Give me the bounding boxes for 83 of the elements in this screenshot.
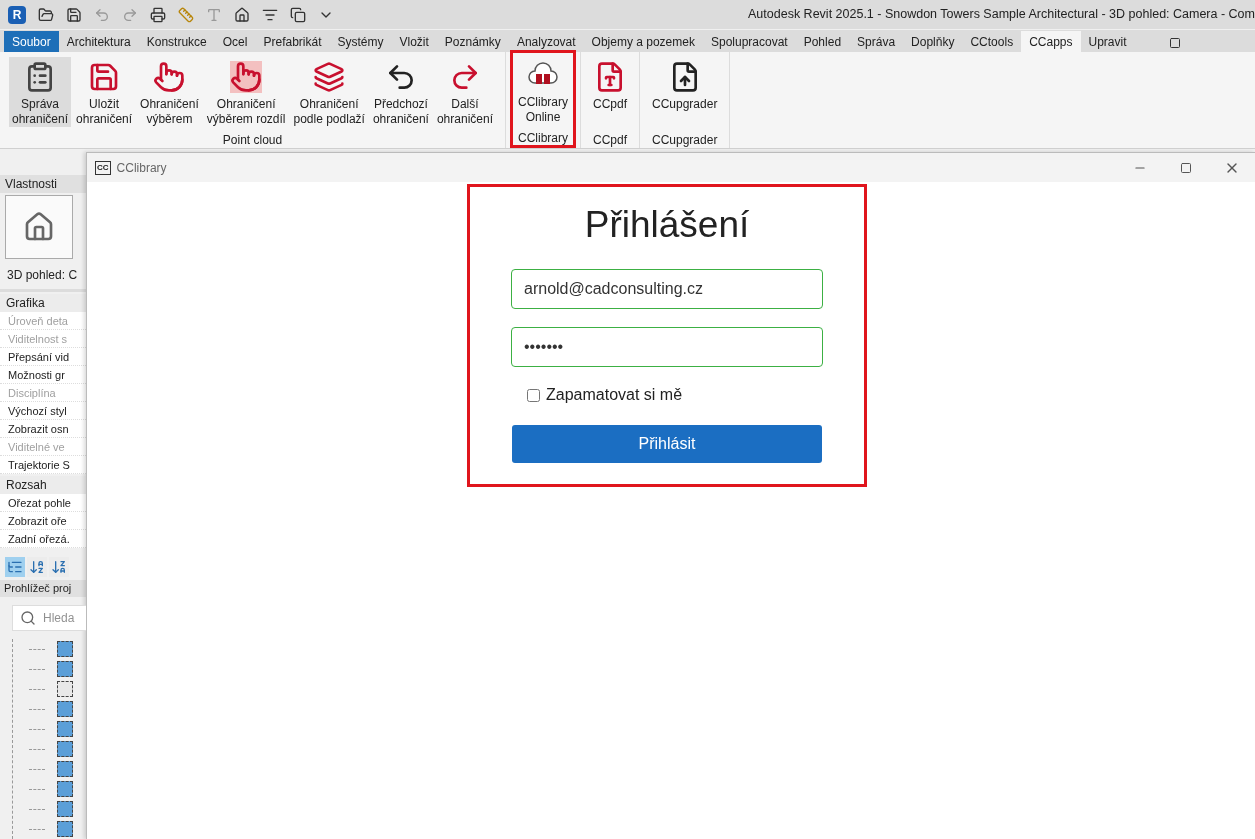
ribbon-tab[interactable]: Ocel (214, 31, 256, 52)
property-label: Trajektorie S (0, 456, 86, 475)
ribbon-tab[interactable]: Poznámky (436, 31, 509, 52)
search-field[interactable]: Hleda (12, 605, 86, 631)
sort-button[interactable] (5, 556, 25, 577)
property-label: Zadní ořezá. (0, 530, 86, 549)
property-label: Zobrazit oře (0, 512, 86, 531)
ribbon-button[interactable]: CCpdf (590, 57, 630, 127)
property-label: Přepsání vid (0, 348, 86, 367)
property-label: Viditelnost s (0, 330, 86, 349)
view-icon[interactable] (57, 801, 73, 817)
property-label: Možnosti gr (0, 366, 86, 385)
sort-button[interactable] (49, 556, 69, 577)
app-logo[interactable]: R (8, 5, 26, 24)
ribbon-tab[interactable]: Vložit (391, 31, 437, 52)
view-icon[interactable] (57, 761, 73, 777)
view-icon[interactable] (57, 681, 73, 697)
property-label: Výchozí styl (0, 402, 86, 421)
remember-checkbox[interactable] (527, 388, 540, 402)
ribbon-tab[interactable]: Analyzovat (508, 31, 584, 52)
ribbon-button[interactable]: Ohraničení výběrem (137, 57, 202, 127)
sort-button[interactable] (27, 556, 47, 577)
ribbon-tab[interactable]: CCapps (1021, 31, 1081, 52)
panel-title: CCupgrader (651, 132, 719, 149)
ruler-icon[interactable] (178, 6, 194, 23)
panel-title: Point cloud (221, 132, 284, 149)
dialog-title: CClibrary (116, 159, 167, 177)
view-icon[interactable] (57, 661, 73, 677)
ribbon-tab[interactable]: Upravit (1080, 31, 1135, 52)
ribbon-tab[interactable]: Systémy (329, 31, 392, 52)
ribbon-tab[interactable]: CCtools (962, 31, 1022, 52)
ribbon-tab[interactable]: Soubor (4, 31, 59, 52)
ribbon-tab[interactable]: Architektura (58, 31, 139, 52)
property-label: Viditelné ve (0, 438, 86, 457)
ribbon-tab[interactable]: Objemy a pozemek (583, 31, 703, 52)
home-icon[interactable] (234, 6, 250, 23)
view-icon[interactable] (57, 741, 73, 757)
ribbon-button[interactable]: Další ohraničení (433, 57, 496, 127)
ribbon-tab[interactable]: Doplňky (903, 31, 963, 52)
ribbon-button[interactable]: Ohraničení podle podlaží (290, 57, 368, 127)
checkbox-label: Zapamatovat si mě (546, 385, 683, 405)
view-icon[interactable] (57, 821, 73, 837)
ribbon-button[interactable]: Správa ohraničení (9, 57, 72, 127)
property-label: Úroveň deta (0, 312, 86, 331)
password-field[interactable]: ••••••• (511, 327, 823, 367)
property-label: Disciplína (0, 384, 86, 403)
ribbon-tab[interactable]: Pohled (795, 31, 850, 52)
save-icon[interactable] (66, 6, 82, 23)
app-icon: CC (95, 160, 111, 175)
panel-title: CClibrary (517, 130, 569, 147)
ribbon-button[interactable]: Uložit ohraničení (73, 57, 136, 127)
property-label: Ořezat pohle (0, 494, 86, 513)
ribbon-button[interactable]: CCupgrader (649, 57, 721, 127)
view-icon[interactable] (57, 781, 73, 797)
ribbon-tab[interactable]: Správa (849, 31, 904, 52)
group-header: Rozsah (0, 476, 86, 495)
print-icon[interactable] (150, 6, 166, 23)
ribbon-button[interactable]: CClibrary Online (515, 55, 571, 125)
login-heading: Přihlášení (584, 203, 750, 247)
ribbon-button[interactable]: Předchozí ohraničení (369, 57, 432, 127)
view-icon[interactable] (57, 721, 73, 737)
windows-icon[interactable] (290, 6, 306, 23)
maximize-icon[interactable] (1180, 161, 1192, 174)
login-button[interactable]: Přihlásit (512, 425, 822, 463)
search-icon (20, 610, 36, 626)
window-title: Autodesk Revit 2025.1 - Snowdon Towers Sample Architectural - 3D pohled: Camera - Com (748, 6, 1255, 24)
ribbon-tab[interactable]: Konstrukce (138, 31, 215, 52)
group-header: Grafika (0, 294, 86, 313)
pointer-icon (153, 61, 186, 93)
property-label: Zobrazit osn (0, 420, 86, 439)
ribbon-tab[interactable]: Spolupracovat (702, 31, 796, 52)
panel-title: Vlastnosti (0, 175, 86, 193)
open-icon[interactable] (38, 6, 54, 23)
ribbon-button[interactable]: Ohraničení výběrem rozdíl (203, 57, 289, 127)
panel-title: Prohlížeč proj (0, 580, 86, 597)
layers-icon (313, 61, 346, 93)
view-icon[interactable] (57, 641, 73, 657)
view-type: 3D pohled: C (6, 267, 79, 285)
panel-title: CCpdf (592, 132, 628, 149)
ribbon-tab[interactable]: Prefabrikát (255, 31, 330, 52)
email-field[interactable]: arnold@cadconsulting.cz (511, 269, 823, 309)
pointer-icon (230, 61, 263, 93)
view-icon[interactable] (57, 701, 73, 717)
